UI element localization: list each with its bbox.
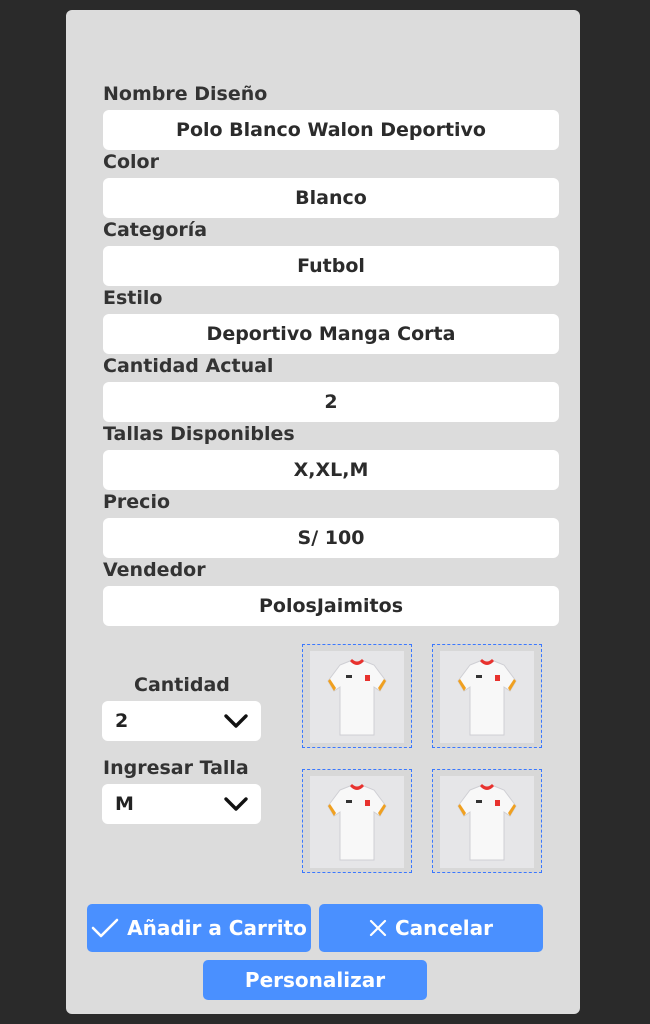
customize-button[interactable]: Personalizar: [203, 960, 427, 1000]
category-field: Futbol: [103, 246, 559, 286]
seller-field: PolosJaimitos: [103, 586, 559, 626]
price-label: Precio: [103, 491, 171, 513]
customize-label: Personalizar: [244, 968, 386, 992]
jersey-image-icon: [310, 776, 404, 868]
product-thumbnail[interactable]: [432, 769, 542, 873]
jersey-image-icon: [440, 651, 534, 743]
design-name-field: Polo Blanco Walon Deportivo: [103, 110, 559, 150]
cancel-button[interactable]: Cancelar: [319, 904, 543, 952]
size-select[interactable]: M: [102, 784, 261, 824]
cancel-label: Cancelar: [394, 916, 494, 940]
category-label: Categoría: [103, 219, 208, 241]
seller-label: Vendedor: [103, 559, 206, 581]
price-field: S/ 100: [103, 518, 559, 558]
jersey-image-icon: [440, 776, 534, 868]
check-icon: [91, 917, 119, 939]
color-field: Blanco: [103, 178, 559, 218]
quantity-select-value: 2: [115, 710, 129, 732]
style-label: Estilo: [103, 287, 163, 309]
available-sizes-field: X,XL,M: [103, 450, 559, 490]
jersey-image-icon: [310, 651, 404, 743]
color-label: Color: [103, 151, 159, 173]
size-label: Ingresar Talla: [103, 757, 249, 779]
product-thumbnail[interactable]: [302, 644, 412, 748]
quantity-label: Cantidad: [134, 674, 230, 696]
current-quantity-field: 2: [103, 382, 559, 422]
chevron-down-icon: [224, 714, 248, 728]
close-icon: [369, 919, 387, 937]
available-sizes-label: Tallas Disponibles: [103, 423, 295, 445]
quantity-select[interactable]: 2: [102, 701, 261, 741]
product-thumbnail[interactable]: [432, 644, 542, 748]
current-quantity-label: Cantidad Actual: [103, 355, 274, 377]
chevron-down-icon: [224, 797, 248, 811]
add-to-cart-label: Añadir a Carrito: [127, 916, 307, 940]
add-to-cart-button[interactable]: Añadir a Carrito: [87, 904, 311, 952]
product-thumbnail[interactable]: [302, 769, 412, 873]
size-select-value: M: [115, 793, 134, 815]
style-field: Deportivo Manga Corta: [103, 314, 559, 354]
design-name-label: Nombre Diseño: [103, 83, 268, 105]
